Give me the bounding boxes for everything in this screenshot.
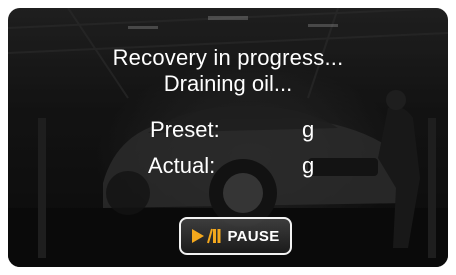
preset-unit: g — [302, 117, 315, 142]
display-panel: Recovery in progress... Draining oil... … — [8, 8, 448, 267]
pause-button[interactable]: PAUSE — [179, 217, 292, 255]
actual-label: Actual: — [148, 153, 216, 178]
pause-label: PAUSE — [227, 227, 280, 245]
actual-unit: g — [302, 153, 315, 178]
status-subtitle: Draining oil... — [163, 71, 293, 96]
status-title: Recovery in progress... — [112, 45, 344, 70]
recovery-screen: Recovery in progress... Draining oil... … — [0, 0, 456, 275]
preset-label: Preset: — [150, 117, 220, 142]
play-pause-icon — [191, 227, 221, 245]
